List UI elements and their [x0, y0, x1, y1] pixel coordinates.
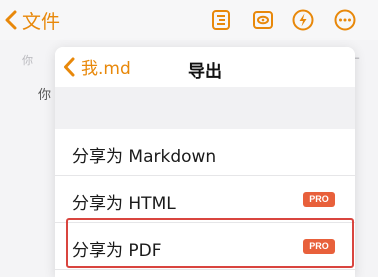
pro-badge: PRO: [303, 192, 335, 207]
top-navigation-bar: 文件: [0, 0, 378, 40]
share-html-item[interactable]: 分享为 HTML PRO: [55, 176, 355, 223]
pro-badge: PRO: [303, 239, 335, 254]
popup-header: 我.md 导出: [55, 47, 355, 87]
menu-item-label: 分享为 HTML: [72, 194, 176, 214]
toolbar-hint: 你: [22, 54, 33, 67]
popup-title: 导出: [188, 62, 222, 82]
preview-eye-icon[interactable]: [251, 8, 275, 32]
document-body-text[interactable]: 你: [38, 84, 51, 103]
back-button[interactable]: 文件: [4, 8, 61, 33]
more-icon[interactable]: [333, 8, 357, 32]
lightning-icon[interactable]: [291, 8, 315, 32]
outline-icon[interactable]: [209, 8, 233, 32]
menu-item-label: 分享为 PDF: [72, 241, 162, 261]
section-separator: [55, 87, 355, 129]
share-pdf-item[interactable]: 分享为 PDF PRO: [55, 223, 355, 270]
back-label: 文件: [22, 10, 61, 33]
export-popup: 我.md 导出 分享为 Markdown 分享为 HTML PRO 分享为 PD…: [55, 47, 355, 277]
share-markdown-item[interactable]: 分享为 Markdown: [55, 129, 355, 176]
chevron-left-icon: [5, 10, 17, 30]
menu-item-label: 分享为 Markdown: [72, 147, 217, 167]
